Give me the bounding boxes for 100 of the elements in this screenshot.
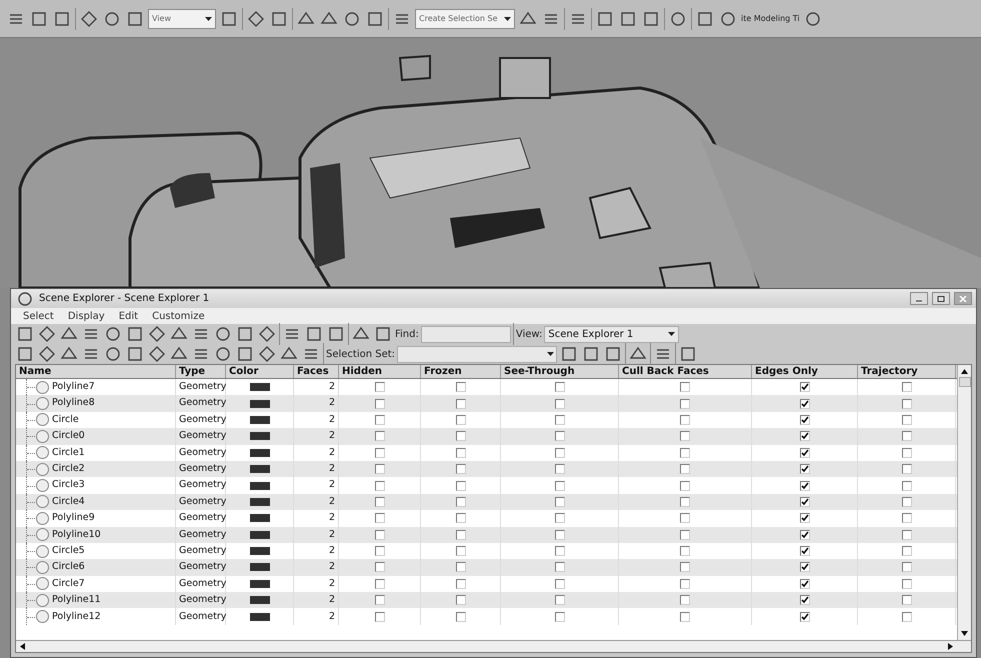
- checkbox[interactable]: [374, 496, 384, 507]
- selection-set-field[interactable]: [397, 346, 558, 362]
- checkbox[interactable]: [902, 513, 912, 524]
- checkbox[interactable]: [902, 414, 912, 425]
- checkbox[interactable]: [456, 414, 466, 425]
- checkbox[interactable]: [680, 398, 690, 409]
- checkbox[interactable]: [374, 513, 384, 524]
- checkbox[interactable]: [902, 595, 912, 606]
- checkbox[interactable]: [456, 530, 466, 540]
- checkbox[interactable]: [680, 382, 690, 392]
- checkbox[interactable]: [374, 464, 384, 474]
- checkbox[interactable]: [902, 562, 912, 572]
- scroll-right-icon[interactable]: [948, 643, 953, 650]
- checkbox[interactable]: [902, 612, 912, 622]
- column-header[interactable]: Name: [16, 365, 176, 378]
- checkbox[interactable]: [456, 431, 466, 442]
- object-name[interactable]: Circle5: [52, 544, 85, 558]
- checkbox[interactable]: [800, 382, 810, 392]
- color-swatch[interactable]: [250, 530, 270, 539]
- object-name[interactable]: Polyline9: [52, 511, 95, 526]
- checkbox[interactable]: [554, 595, 564, 606]
- checkbox[interactable]: [800, 464, 810, 474]
- checkbox[interactable]: [800, 431, 810, 442]
- checkbox[interactable]: [800, 546, 810, 556]
- object-name[interactable]: Circle0: [52, 429, 85, 444]
- checkbox[interactable]: [554, 431, 564, 442]
- color-swatch[interactable]: [250, 400, 270, 408]
- checkbox[interactable]: [554, 414, 564, 425]
- checkbox[interactable]: [902, 382, 912, 392]
- maximize-button[interactable]: [932, 292, 950, 305]
- checkbox[interactable]: [800, 513, 810, 524]
- horizontal-scrollbar[interactable]: [16, 640, 971, 652]
- checkbox[interactable]: [554, 464, 564, 474]
- checkbox[interactable]: [374, 562, 384, 572]
- checkbox[interactable]: [456, 562, 466, 572]
- checkbox[interactable]: [800, 612, 810, 622]
- checkbox[interactable]: [554, 578, 564, 589]
- object-name[interactable]: Circle4: [52, 494, 85, 510]
- color-swatch[interactable]: [250, 580, 270, 588]
- checkbox[interactable]: [800, 530, 810, 540]
- color-swatch[interactable]: [250, 514, 270, 522]
- checkbox[interactable]: [680, 496, 690, 507]
- menu-item[interactable]: Customize: [152, 308, 205, 324]
- object-name[interactable]: Polyline8: [52, 396, 95, 411]
- menu-item[interactable]: Edit: [118, 308, 138, 324]
- checkbox[interactable]: [680, 530, 690, 540]
- object-name[interactable]: Circle7: [52, 576, 85, 591]
- checkbox[interactable]: [680, 414, 690, 425]
- checkbox[interactable]: [374, 612, 384, 622]
- column-header[interactable]: Type: [176, 365, 226, 378]
- checkbox[interactable]: [554, 398, 564, 409]
- checkbox[interactable]: [680, 464, 690, 474]
- color-swatch[interactable]: [250, 482, 270, 490]
- checkbox[interactable]: [554, 448, 564, 458]
- checkbox[interactable]: [902, 578, 912, 589]
- color-swatch[interactable]: [250, 612, 270, 621]
- checkbox[interactable]: [800, 398, 810, 409]
- menu-item[interactable]: Select: [23, 308, 54, 324]
- checkbox[interactable]: [456, 448, 466, 458]
- checkbox[interactable]: [902, 464, 912, 474]
- column-header[interactable]: Hidden: [339, 365, 421, 378]
- color-swatch[interactable]: [250, 563, 270, 572]
- checkbox[interactable]: [374, 431, 384, 442]
- color-swatch[interactable]: [250, 547, 270, 556]
- checkbox[interactable]: [800, 578, 810, 589]
- checkbox[interactable]: [680, 595, 690, 606]
- minimize-button[interactable]: [910, 292, 928, 305]
- checkbox[interactable]: [680, 448, 690, 458]
- checkbox[interactable]: [800, 448, 810, 458]
- checkbox[interactable]: [800, 480, 810, 491]
- checkbox[interactable]: [902, 431, 912, 442]
- checkbox[interactable]: [374, 595, 384, 606]
- checkbox[interactable]: [902, 530, 912, 540]
- checkbox[interactable]: [374, 530, 384, 540]
- checkbox[interactable]: [374, 480, 384, 491]
- find-field[interactable]: [420, 326, 511, 342]
- column-header[interactable]: See-Through: [501, 365, 619, 378]
- checkbox[interactable]: [680, 562, 690, 572]
- checkbox[interactable]: [680, 480, 690, 491]
- color-swatch[interactable]: [250, 383, 270, 392]
- checkbox[interactable]: [456, 578, 466, 589]
- checkbox[interactable]: [374, 546, 384, 556]
- checkbox[interactable]: [456, 480, 466, 491]
- checkbox[interactable]: [554, 530, 564, 540]
- checkbox[interactable]: [680, 612, 690, 622]
- scroll-left-icon[interactable]: [20, 643, 25, 650]
- scroll-thumb[interactable]: [958, 377, 970, 387]
- object-name[interactable]: Polyline12: [52, 610, 101, 624]
- column-header[interactable]: Edges Only: [752, 365, 858, 378]
- checkbox[interactable]: [456, 398, 466, 409]
- checkbox[interactable]: [374, 414, 384, 425]
- checkbox[interactable]: [554, 546, 564, 556]
- checkbox[interactable]: [800, 414, 810, 425]
- checkbox[interactable]: [680, 546, 690, 556]
- menu-item[interactable]: Display: [68, 308, 105, 324]
- color-swatch[interactable]: [250, 498, 270, 506]
- object-name[interactable]: Polyline7: [52, 380, 95, 394]
- checkbox[interactable]: [456, 513, 466, 524]
- color-swatch[interactable]: [250, 432, 270, 440]
- column-header[interactable]: Color: [226, 365, 294, 378]
